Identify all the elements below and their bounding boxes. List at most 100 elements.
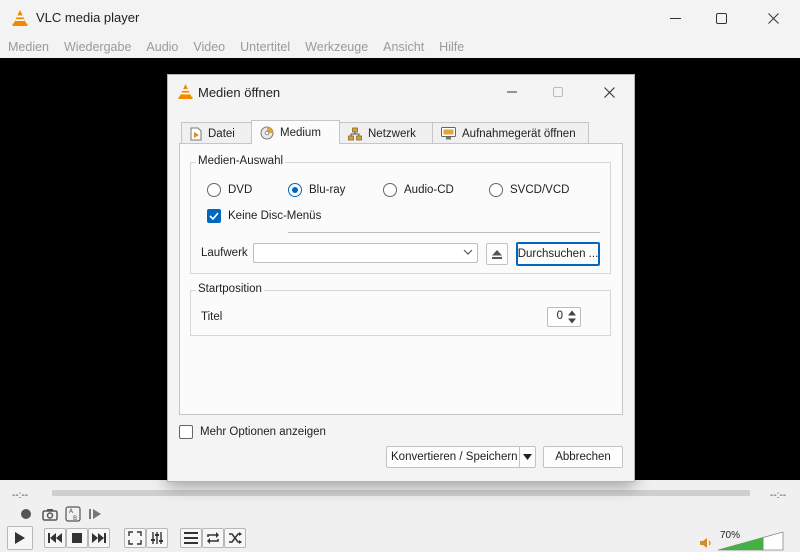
disc-icon [260, 126, 274, 139]
time-total[interactable]: --:-- [770, 490, 786, 501]
spin-arrows [565, 309, 579, 325]
tab-medium[interactable]: Medium [251, 120, 340, 144]
player-controls: --:-- --:-- AB [0, 480, 800, 552]
shuffle-button[interactable] [224, 528, 246, 548]
title-value: 0 [556, 310, 563, 322]
eject-button[interactable] [486, 243, 508, 265]
menu-werkzeuge[interactable]: Werkzeuge [297, 40, 375, 54]
checkbox-indicator [207, 209, 221, 223]
menu-audio[interactable]: Audio [138, 40, 185, 54]
checkbox-label: Mehr Optionen anzeigen [200, 426, 326, 438]
radio-svcd-vcd[interactable]: SVCD/VCD [489, 183, 569, 197]
vlc-cone-icon [12, 10, 28, 26]
radio-indicator [489, 183, 503, 197]
play-button[interactable] [7, 526, 33, 550]
volume-percent: 70% [720, 530, 741, 541]
maximize-icon [553, 87, 563, 97]
start-position-group: Startposition Titel 0 [190, 283, 611, 336]
convert-save-dropdown[interactable] [519, 447, 535, 467]
dialog-title: Medien öffnen [198, 85, 281, 100]
tab-label: Medium [280, 126, 321, 139]
svg-text:A: A [69, 508, 74, 515]
browse-button[interactable]: Durchsuchen ... [516, 242, 600, 266]
shuffle-icon [229, 532, 242, 544]
dialog-close-button[interactable] [589, 80, 629, 104]
loop-button[interactable] [202, 528, 224, 548]
stop-button[interactable] [66, 528, 88, 548]
vlc-cone-icon [178, 83, 193, 100]
more-options-checkbox[interactable]: Mehr Optionen anzeigen [179, 425, 326, 439]
speaker-icon [700, 538, 711, 548]
playlist-button[interactable] [180, 528, 202, 548]
maximize-button[interactable] [698, 0, 744, 36]
dialog-titlebar: Medien öffnen [168, 75, 634, 109]
radio-label: Audio-CD [404, 184, 454, 196]
window-title: VLC media player [36, 10, 140, 25]
menu-medien[interactable]: Medien [0, 40, 56, 54]
frame-step-button[interactable] [86, 505, 104, 523]
eject-icon [492, 249, 502, 259]
drive-dropdown[interactable] [253, 243, 478, 263]
radio-audio-cd[interactable]: Audio-CD [383, 183, 454, 197]
file-play-icon [190, 127, 202, 140]
record-button[interactable] [17, 505, 35, 523]
menu-ansicht[interactable]: Ansicht [375, 40, 431, 54]
media-selection-group: Medien-Auswahl DVD Blu-ray Audio-CD SVCD… [190, 155, 611, 274]
fullscreen-button[interactable] [124, 528, 146, 548]
start-position-title: Startposition [196, 283, 264, 295]
tab-label: Aufnahmegerät öffnen [462, 127, 576, 140]
title-spinbox[interactable]: 0 [547, 307, 581, 327]
menu-untertitel[interactable]: Untertitel [232, 40, 297, 54]
tab-datei[interactable]: Datei [181, 122, 252, 144]
record-icon [21, 509, 31, 519]
radio-dvd[interactable]: DVD [207, 183, 252, 197]
media-selection-title: Medien-Auswahl [196, 155, 286, 167]
loop-icon [207, 532, 219, 544]
network-icon [348, 127, 362, 140]
tab-label: Datei [208, 127, 235, 140]
menu-hilfe[interactable]: Hilfe [431, 40, 471, 54]
caret-down-icon [523, 454, 532, 460]
loop-ab-button[interactable]: AB [63, 504, 83, 524]
no-disc-menus-checkbox[interactable]: Keine Disc-Menüs [207, 209, 321, 223]
radio-label: DVD [228, 184, 253, 196]
convert-save-button[interactable]: Konvertieren / Speichern [386, 446, 536, 468]
time-elapsed[interactable]: --:-- [12, 490, 28, 501]
radio-indicator [288, 183, 302, 197]
spin-up-icon[interactable] [565, 309, 579, 317]
frame-step-icon [89, 509, 101, 519]
next-button[interactable] [88, 528, 110, 548]
menu-wiedergabe[interactable]: Wiedergabe [56, 40, 138, 54]
equalizer-icon [151, 532, 163, 544]
extended-settings-button[interactable] [146, 528, 168, 548]
svg-text:B: B [73, 515, 77, 522]
minimize-icon [669, 17, 681, 19]
minimize-button[interactable] [652, 0, 698, 36]
close-button[interactable] [750, 0, 796, 36]
seek-bar[interactable] [52, 490, 750, 496]
radio-bluray[interactable]: Blu-ray [288, 183, 345, 197]
open-media-dialog: Medien öffnen Datei Medium Netzwerk Aufn… [167, 74, 635, 482]
spin-down-icon[interactable] [565, 317, 579, 325]
play-icon [15, 532, 25, 544]
previous-button[interactable] [44, 528, 66, 548]
mute-button[interactable] [700, 537, 712, 552]
menu-bar: Medien Wiedergabe Audio Video Untertitel… [0, 36, 800, 58]
cancel-button[interactable]: Abbrechen [543, 446, 623, 468]
menu-video[interactable]: Video [185, 40, 232, 54]
checkmark-icon [209, 212, 219, 220]
tab-aufnahmegeraet[interactable]: Aufnahmegerät öffnen [432, 122, 589, 144]
checkbox-label: Keine Disc-Menüs [228, 210, 322, 222]
tab-label: Netzwerk [368, 127, 416, 140]
radio-indicator [383, 183, 397, 197]
next-icon [92, 533, 106, 543]
radio-label: SVCD/VCD [510, 184, 570, 196]
tab-netzwerk[interactable]: Netzwerk [339, 122, 433, 144]
separator [288, 232, 600, 233]
dialog-minimize-button[interactable] [492, 80, 532, 104]
camera-icon [42, 508, 58, 521]
dialog-maximize-button [538, 80, 578, 104]
maximize-icon [715, 12, 727, 24]
chevron-down-icon [463, 249, 473, 255]
snapshot-button[interactable] [40, 505, 60, 523]
